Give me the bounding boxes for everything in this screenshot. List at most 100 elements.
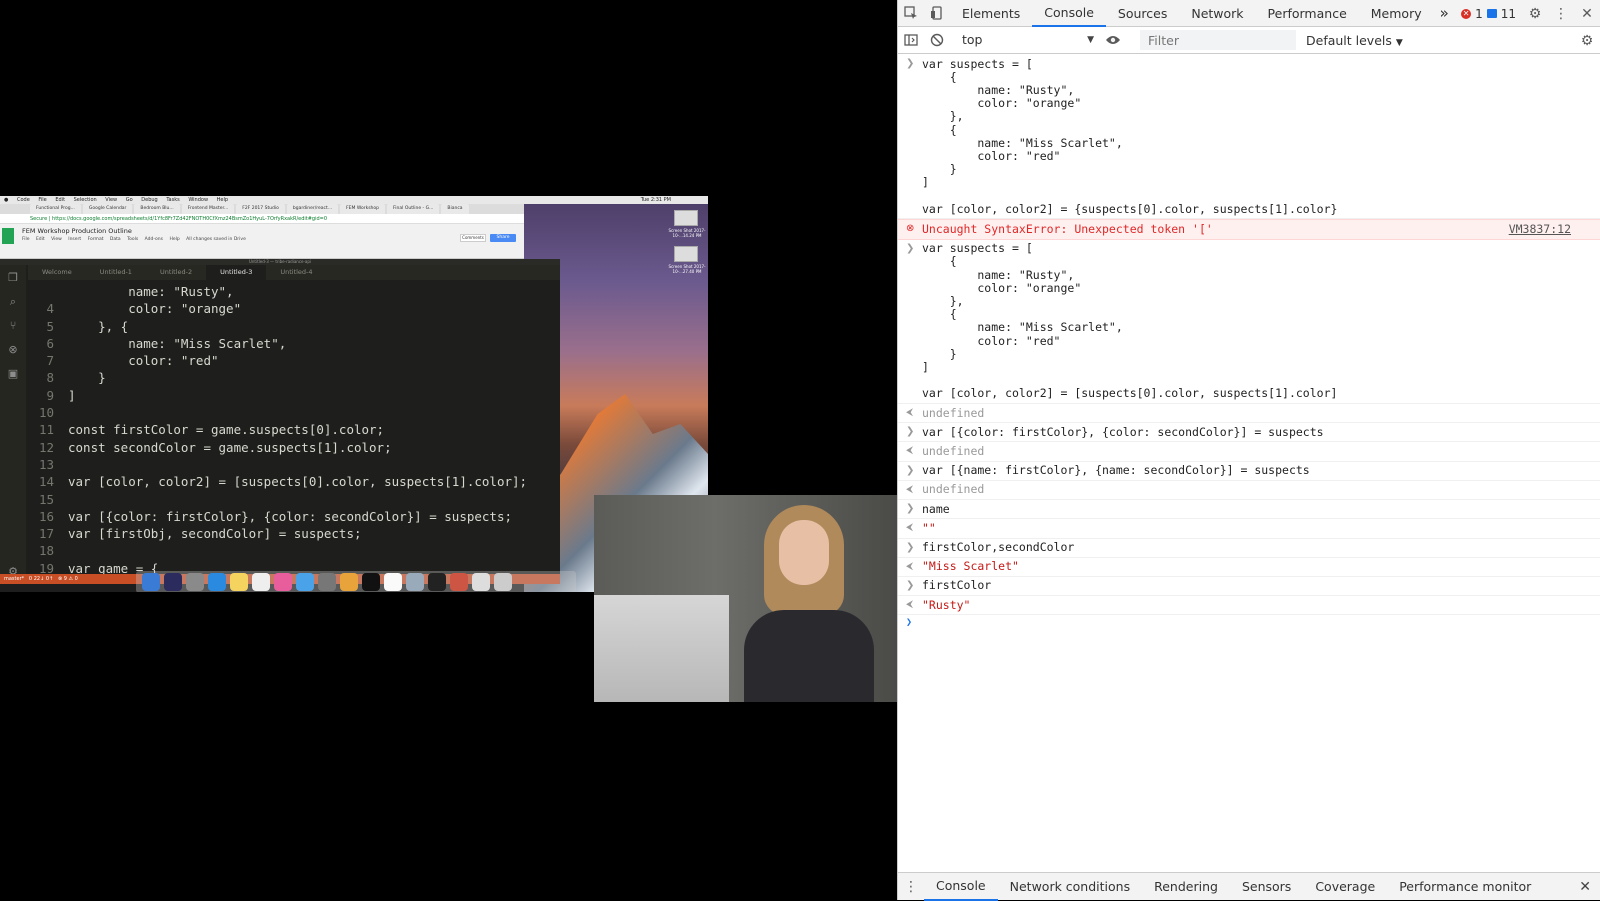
line-number: 4 (46, 301, 54, 317)
screenshot-thumbnail (674, 210, 698, 226)
mac-menu-item: Help (216, 197, 229, 203)
more-tabs-icon[interactable]: » (1434, 0, 1455, 27)
tab-elements[interactable]: Elements (950, 0, 1032, 27)
settings-gear-icon[interactable]: ⚙ (1522, 0, 1548, 27)
code-line: name: "Rusty", (26, 283, 560, 300)
tab-memory[interactable]: Memory (1359, 0, 1434, 27)
browser-tab: Frontend Master... (181, 204, 235, 214)
doc-menu-item: File (22, 237, 30, 242)
mac-menu-item: Tasks (166, 197, 180, 203)
editor-activity-bar: ❐ ⌕ ⑂ ⊗ ▣ ⚙ (0, 265, 26, 584)
browser-tab: Bedroom Blu... (134, 204, 180, 214)
console-input-text: var suspects = [ { name: "Rusty", color:… (922, 56, 1338, 216)
mac-menu-bar: ● Code File Edit Selection View Go Debug… (0, 196, 708, 204)
share-button: Share (490, 234, 516, 242)
devtools-drawer: ⋮ Console Network conditions Rendering S… (898, 872, 1600, 901)
tab-console[interactable]: Console (1032, 0, 1106, 27)
console-result-entry: ⮜ undefined (898, 481, 1600, 501)
drawer-tab-rendering[interactable]: Rendering (1142, 873, 1230, 901)
editor-tab: Untitled-1 (99, 268, 132, 276)
siri-icon (164, 573, 182, 591)
context-selector[interactable]: top ▼ (958, 30, 1098, 50)
code-line: 15 (26, 491, 560, 508)
code-line: 8 } (26, 369, 560, 386)
console-filter-input[interactable] (1140, 30, 1296, 50)
drawer-tab-sensors[interactable]: Sensors (1230, 873, 1303, 901)
chrome-icon (340, 573, 358, 591)
presenter-face (779, 520, 829, 585)
preview-icon (406, 573, 424, 591)
presenter-torso (744, 610, 874, 702)
close-devtools-icon[interactable]: ✕ (1574, 0, 1600, 27)
browser-tab: F2F 2017 Studio (236, 204, 285, 214)
console-prompt[interactable]: ❯ (898, 615, 1600, 633)
context-value: top (962, 32, 983, 47)
safari-icon (208, 573, 226, 591)
console-output[interactable]: ❯ var suspects = [ { name: "Rusty", color… (898, 55, 1600, 870)
sync-status: 0 22↓ 0↑ (28, 576, 54, 582)
error-icon: ✕ (1461, 8, 1472, 19)
code-text: color: "orange" (68, 301, 242, 317)
close-drawer-icon[interactable]: ✕ (1579, 873, 1591, 901)
log-levels-label: Default levels (1306, 32, 1392, 48)
drawer-tab-console[interactable]: Console (924, 873, 998, 901)
mac-menu-item: Go (125, 197, 133, 203)
line-number: 11 (38, 422, 54, 438)
error-source-link[interactable]: VM3837:12 (1509, 222, 1571, 236)
code-line: 12 const secondColor = game.suspects[1].c… (26, 439, 560, 456)
console-input-entry: ❯ firstColor (898, 577, 1600, 597)
message-count: 11 (1500, 6, 1516, 21)
code-text: name: "Rusty", (68, 284, 234, 299)
debug-icon: ⊗ (8, 343, 18, 356)
input-chevron-icon: ❯ (906, 464, 915, 476)
apple-logo-icon (649, 633, 671, 657)
input-chevron-icon: ❯ (906, 579, 915, 591)
line-number: 7 (46, 353, 54, 369)
mac-menu-item: Selection (73, 197, 97, 203)
browser-profile: Bianca (441, 204, 469, 214)
line-number: 5 (46, 318, 54, 334)
sheets-header: FEM Workshop Production Outline File Edi… (0, 224, 524, 258)
mac-menu-item: View (105, 197, 118, 203)
drawer-tab-network-conditions[interactable]: Network conditions (998, 873, 1142, 901)
clear-console-icon[interactable] (924, 27, 950, 54)
doc-menu-item: Add-ons (144, 237, 163, 242)
issue-counts[interactable]: ✕ 1 11 (1461, 0, 1516, 27)
code-line: 7 color: "red" (26, 352, 560, 369)
console-settings-gear-icon[interactable]: ⚙ (1574, 27, 1600, 54)
message-icon (1486, 9, 1497, 18)
device-toolbar-icon[interactable] (924, 0, 950, 27)
comments-button: Comments (460, 234, 486, 242)
tab-sources[interactable]: Sources (1106, 0, 1179, 27)
drawer-tab-performance-monitor[interactable]: Performance monitor (1387, 873, 1543, 901)
code-text: const secondColor = game.suspects[1].col… (68, 439, 392, 455)
tab-network[interactable]: Network (1179, 0, 1255, 27)
doc-menu-item: View (51, 237, 62, 242)
drawer-tab-coverage[interactable]: Coverage (1303, 873, 1387, 901)
line-number (26, 283, 68, 300)
console-input-text: var suspects = [ { name: "Rusty", color:… (922, 241, 1338, 401)
console-result-text: undefined (922, 443, 985, 458)
photos-icon (274, 573, 292, 591)
console-result-text: "Rusty" (922, 597, 971, 612)
console-result-text: undefined (922, 482, 985, 497)
activity-monitor-icon (428, 573, 446, 591)
code-text: var [color, color2] = [suspects[0].color… (68, 474, 528, 490)
messages-icon (296, 573, 314, 591)
live-expression-eye-icon[interactable] (1100, 27, 1126, 54)
mac-menu-item: Window (188, 197, 209, 203)
show-sidebar-icon[interactable] (898, 27, 924, 54)
kebab-menu-icon[interactable]: ⋮ (1548, 0, 1574, 27)
code-text: const firstColor = game.suspects[0].colo… (68, 422, 385, 438)
log-levels-dropdown[interactable]: Default levels ▼ (1306, 33, 1403, 48)
extensions-icon: ▣ (7, 367, 19, 380)
dropdown-arrow-icon: ▼ (1087, 35, 1094, 45)
doc-title: FEM Workshop Production Outline (22, 227, 132, 235)
console-result-entry: ⮜ "Rusty" (898, 596, 1600, 616)
screenshot-label: Screen Shot 2017-10-...27.40 PM (668, 264, 706, 274)
tab-performance[interactable]: Performance (1256, 0, 1359, 27)
drawer-menu-icon[interactable]: ⋮ (898, 873, 924, 900)
prompt-chevron-icon: ❯ (906, 617, 913, 629)
code-line: 18 (26, 542, 560, 559)
inspect-element-icon[interactable] (898, 0, 924, 27)
